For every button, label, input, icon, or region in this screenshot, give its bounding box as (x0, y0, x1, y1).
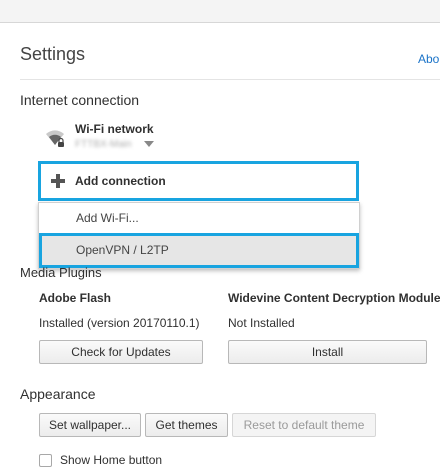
plus-icon (51, 174, 65, 188)
add-connection-label: Add connection (75, 174, 166, 188)
menu-item-openvpn-l2tp[interactable]: OpenVPN / L2TP (39, 233, 359, 268)
wifi-network-status: FTTBX-Main (75, 139, 132, 150)
wifi-icon (46, 130, 64, 147)
show-home-button-label: Show Home button (60, 453, 163, 467)
add-connection-button[interactable]: Add connection (38, 161, 359, 201)
title-divider (20, 79, 440, 80)
show-home-button-checkbox[interactable] (39, 454, 52, 467)
get-themes-button[interactable]: Get themes (145, 413, 228, 437)
flash-plugin-status: Installed (version 20170110.1) (39, 316, 200, 330)
media-plugins-heading: Media Plugins (20, 265, 102, 280)
add-connection-menu: Add Wi-Fi... OpenVPN / L2TP (38, 202, 360, 269)
check-for-updates-button[interactable]: Check for Updates (39, 340, 203, 364)
widevine-plugin-status: Not Installed (228, 316, 295, 330)
widevine-plugin-name: Widevine Content Decryption Module (228, 291, 440, 305)
page-title: Settings (20, 44, 86, 64)
appearance-heading: Appearance (20, 386, 96, 402)
about-link[interactable]: Abo (418, 52, 439, 66)
top-bar (0, 0, 440, 22)
menu-item-add-wifi[interactable]: Add Wi-Fi... (39, 204, 359, 232)
internet-connection-heading: Internet connection (20, 92, 140, 108)
set-wallpaper-button[interactable]: Set wallpaper... (39, 413, 141, 437)
reset-default-theme-button[interactable]: Reset to default theme (232, 413, 376, 437)
chevron-down-icon[interactable] (144, 141, 154, 147)
wifi-network-label[interactable]: Wi-Fi network (75, 122, 154, 136)
install-button[interactable]: Install (228, 340, 427, 364)
flash-plugin-name: Adobe Flash (39, 291, 112, 305)
